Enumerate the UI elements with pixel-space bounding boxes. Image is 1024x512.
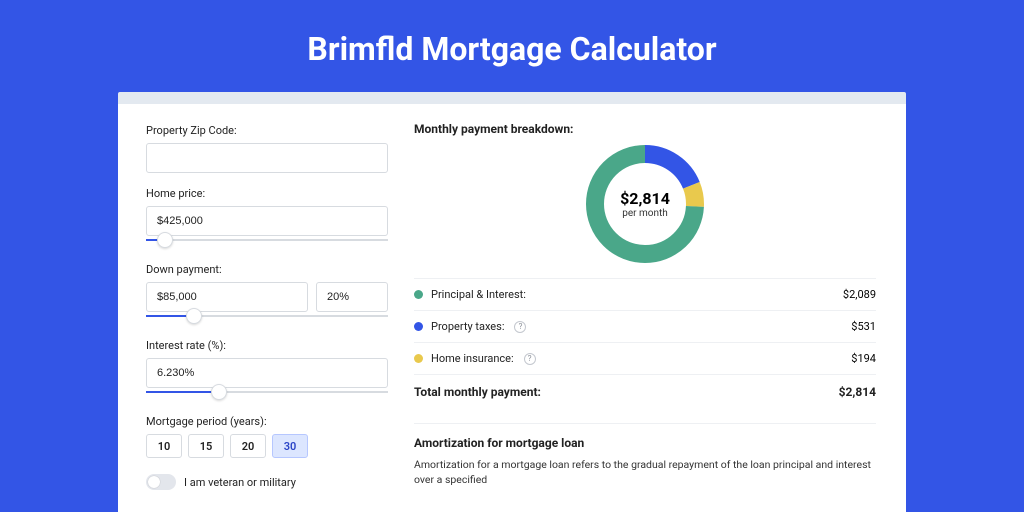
inputs-column: Property Zip Code: Home price: Down paym… — [118, 104, 388, 490]
legend-dot — [414, 354, 423, 363]
help-icon[interactable]: ? — [514, 321, 526, 333]
amortization-section: Amortization for mortgage loan Amortizat… — [414, 423, 876, 487]
breakdown-heading: Monthly payment breakdown: — [414, 122, 876, 136]
slider-thumb[interactable] — [186, 308, 202, 324]
amortization-title: Amortization for mortgage loan — [414, 436, 876, 450]
donut-sublabel: per month — [622, 208, 668, 219]
veteran-label: I am veteran or military — [184, 476, 296, 489]
period-group: Mortgage period (years): 10152030 — [146, 415, 388, 458]
interest-rate-input[interactable] — [146, 358, 388, 388]
period-button-20[interactable]: 20 — [230, 434, 266, 458]
home-price-label: Home price: — [146, 187, 388, 200]
home-price-group: Home price: — [146, 187, 388, 249]
calculator-card: Property Zip Code: Home price: Down paym… — [118, 104, 906, 512]
legend-value: $2,089 — [843, 288, 876, 301]
slider-track — [146, 239, 388, 241]
zip-input[interactable] — [146, 143, 388, 173]
slider-thumb[interactable] — [157, 232, 173, 248]
legend-list: Principal & Interest: $2,089 Property taxe… — [414, 278, 876, 374]
legend-row: Principal & Interest: $2,089 — [414, 278, 876, 310]
zip-label: Property Zip Code: — [146, 124, 388, 137]
down-payment-slider[interactable] — [146, 311, 388, 325]
veteran-row: I am veteran or military — [146, 474, 388, 490]
slider-thumb[interactable] — [211, 384, 227, 400]
total-row: Total monthly payment: $2,814 — [414, 374, 876, 409]
period-button-30[interactable]: 30 — [272, 434, 308, 458]
total-label: Total monthly payment: — [414, 385, 541, 399]
donut-amount: $2,814 — [620, 189, 670, 208]
donut-wrap: $2,814 per month — [414, 144, 876, 264]
breakdown-column: Monthly payment breakdown: $2,814 per mo… — [388, 104, 906, 490]
legend-label: Principal & Interest: — [431, 288, 526, 301]
interest-rate-group: Interest rate (%): — [146, 339, 388, 401]
period-buttons: 10152030 — [146, 434, 388, 458]
down-payment-label: Down payment: — [146, 263, 388, 276]
period-button-10[interactable]: 10 — [146, 434, 182, 458]
amortization-text: Amortization for a mortgage loan refers … — [414, 458, 876, 487]
interest-rate-slider[interactable] — [146, 387, 388, 401]
interest-rate-label: Interest rate (%): — [146, 339, 388, 352]
help-icon[interactable]: ? — [524, 353, 536, 365]
total-value: $2,814 — [839, 385, 876, 399]
legend-row: Home insurance:? $194 — [414, 342, 876, 374]
legend-label: Home insurance: — [431, 352, 514, 365]
zip-group: Property Zip Code: — [146, 124, 388, 173]
legend-row: Property taxes:? $531 — [414, 310, 876, 342]
period-label: Mortgage period (years): — [146, 415, 388, 428]
veteran-toggle[interactable] — [146, 474, 176, 490]
page-title: Brimfld Mortgage Calculator — [0, 0, 1024, 92]
slider-fill — [146, 391, 219, 393]
donut-chart: $2,814 per month — [585, 144, 705, 264]
legend-value: $531 — [851, 320, 876, 333]
period-button-15[interactable]: 15 — [188, 434, 224, 458]
home-price-slider[interactable] — [146, 235, 388, 249]
home-price-input[interactable] — [146, 206, 388, 236]
legend-value: $194 — [851, 352, 876, 365]
down-payment-pct-input[interactable] — [316, 282, 388, 312]
legend-dot — [414, 290, 423, 299]
legend-dot — [414, 322, 423, 331]
calculator-panel: Property Zip Code: Home price: Down paym… — [118, 92, 906, 512]
down-payment-input[interactable] — [146, 282, 308, 312]
down-payment-group: Down payment: — [146, 263, 388, 325]
legend-label: Property taxes: — [431, 320, 504, 333]
